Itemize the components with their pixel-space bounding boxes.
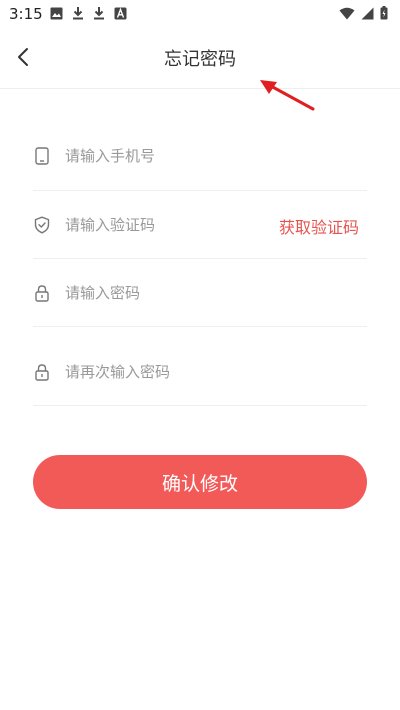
page-title: 忘记密码: [164, 49, 236, 70]
battery-icon: [380, 6, 388, 20]
verify-code-input[interactable]: [65, 213, 295, 237]
verify-code-row: 获取验证码: [33, 190, 367, 259]
lock-icon: [35, 285, 49, 302]
confirm-change-button[interactable]: 确认修改: [33, 455, 367, 509]
phone-input[interactable]: [65, 144, 295, 168]
lock-icon: [35, 364, 49, 381]
annotation-arrow-icon: [260, 80, 315, 111]
download-icon: [73, 7, 83, 20]
phone-row: [33, 120, 367, 191]
password-input[interactable]: [65, 281, 295, 305]
status-notification-icons: [50, 6, 127, 20]
status-system-icons: [339, 6, 388, 20]
shield-icon: [34, 216, 50, 234]
confirm-password-input[interactable]: [65, 360, 295, 384]
status-time: 3:15: [9, 5, 43, 23]
forgot-password-screen: 3:15 忘记密码 请输入手机号 请输入验证码 获取验证码 确认修改: [0, 0, 400, 710]
password-row: [33, 258, 367, 327]
confirm-password-row: [33, 326, 367, 406]
wifi-icon: [339, 7, 355, 19]
phone-icon: [35, 147, 49, 165]
a-notification-icon: [114, 7, 127, 19]
get-code-button[interactable]: 获取验证码: [279, 214, 359, 238]
download-icon: [94, 7, 104, 20]
image-icon: [50, 7, 63, 19]
status-bar: 3:15: [0, 0, 400, 28]
header-bar: 忘记密码: [0, 28, 400, 89]
signal-icon: [361, 7, 374, 19]
